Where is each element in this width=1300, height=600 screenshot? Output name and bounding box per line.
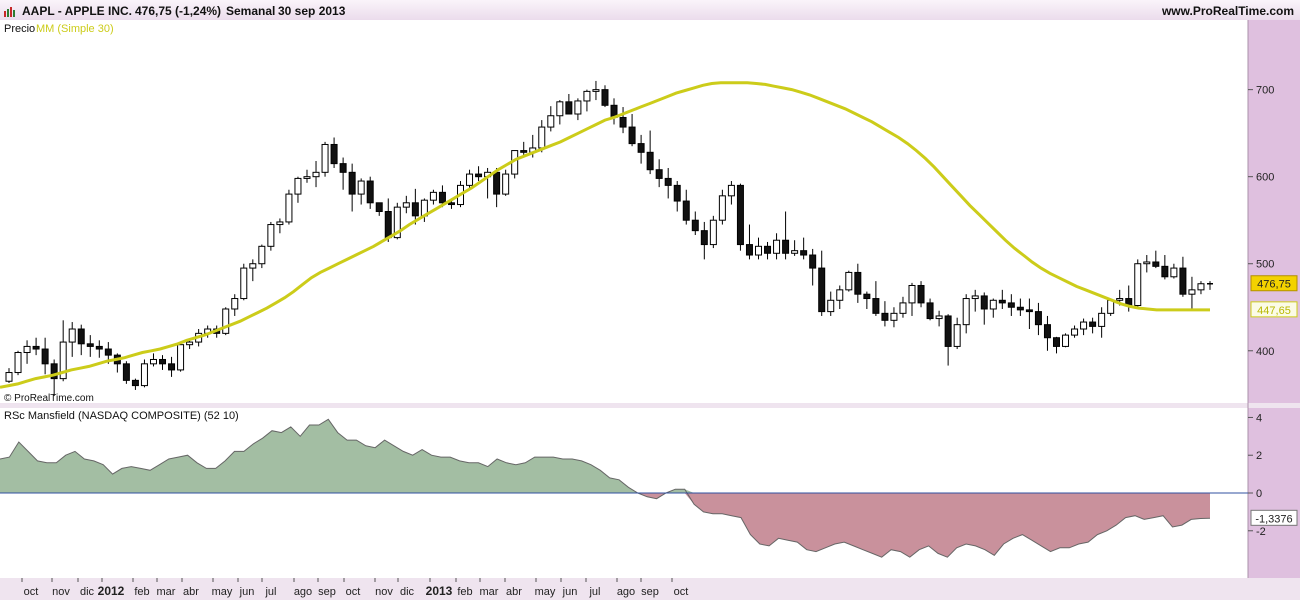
time-tick-label: ago [294, 586, 312, 598]
rsc-value-tag: -1,3376 [1250, 509, 1298, 526]
price-tick-label: 500 [1256, 259, 1274, 271]
candle [321, 141, 329, 177]
time-tick-label: oct [24, 586, 39, 598]
price-plot-background [0, 20, 1248, 403]
candle [736, 183, 744, 251]
rsc-tick-label: 4 [1256, 412, 1262, 424]
time-tick-label: jul [588, 586, 600, 598]
last-quote: 476,75 (-1,24%) [135, 4, 222, 18]
svg-text:476,75: 476,75 [1257, 279, 1291, 291]
candle [267, 221, 275, 251]
time-tick-label: oct [346, 586, 361, 598]
candle [177, 342, 185, 372]
price-tick-label: 400 [1256, 346, 1274, 358]
time-tick-label: 2012 [98, 584, 125, 598]
rsc-panel-label: RSc Mansfield (NASDAQ COMPOSITE) (52 10) [4, 410, 239, 422]
time-tick-label: may [212, 586, 233, 598]
period-label: Semanal [226, 4, 276, 18]
price-tick-label: 600 [1256, 172, 1274, 184]
candle [917, 281, 925, 308]
instrument-name: AAPL - APPLE INC. [22, 4, 133, 18]
time-tick-label: mar [157, 586, 176, 598]
candle [709, 215, 717, 249]
panel-divider [0, 403, 1300, 408]
time-tick-label: dic [80, 586, 95, 598]
time-tick-label: ago [617, 586, 635, 598]
watermark: © ProRealTime.com [4, 393, 94, 404]
time-tick-label: abr [506, 586, 522, 598]
time-tick-label: sep [641, 586, 659, 598]
time-tick-label: mar [480, 586, 499, 598]
svg-text:-1,3376: -1,3376 [1255, 513, 1292, 525]
time-tick-label: may [535, 586, 556, 598]
time-tick-label: feb [457, 586, 472, 598]
time-tick-label: jul [264, 586, 276, 598]
time-tick-label: nov [52, 586, 70, 598]
title-bar: AAPL - APPLE INC. 476,75 (-1,24%) Semana… [0, 0, 1300, 21]
time-tick-label: oct [674, 586, 689, 598]
candle [222, 307, 230, 336]
price-tick-label: 700 [1256, 85, 1274, 97]
rsc-tick-label: 0 [1256, 488, 1262, 500]
time-tick-label: dic [400, 586, 415, 598]
time-tick-label: feb [134, 586, 149, 598]
chart-date: 30 sep 2013 [278, 4, 346, 18]
time-tick-label: nov [375, 586, 393, 598]
candle [240, 263, 248, 301]
time-tick-label: jun [562, 586, 578, 598]
site-link[interactable]: www.ProRealTime.com [1162, 4, 1294, 18]
rsc-tick-label: 2 [1256, 450, 1262, 462]
chart-area: 400 500 600 700 Precio MM (Simple 30) © Pro… [0, 20, 1300, 600]
ma-value-tag: 447,65 [1250, 301, 1298, 318]
candle [502, 169, 510, 196]
time-tick-label: jun [239, 586, 255, 598]
time-tick-label: 2013 [426, 584, 453, 598]
rsc-tick-label: -2 [1256, 526, 1266, 538]
candle [1062, 333, 1070, 348]
candle [511, 150, 519, 179]
last-price-tag: 476,75 [1250, 275, 1298, 292]
candle [14, 350, 22, 376]
candle [140, 359, 148, 388]
candle [285, 189, 293, 225]
candle [1134, 259, 1142, 309]
price-panel-label: Precio [4, 23, 35, 35]
time-tick-label: abr [183, 586, 199, 598]
aapl-logo [4, 5, 16, 17]
candle [122, 361, 130, 384]
svg-text:447,65: 447,65 [1257, 305, 1291, 317]
ma-legend-label: MM (Simple 30) [36, 23, 114, 35]
candle [845, 270, 853, 292]
time-tick-label: sep [318, 586, 336, 598]
